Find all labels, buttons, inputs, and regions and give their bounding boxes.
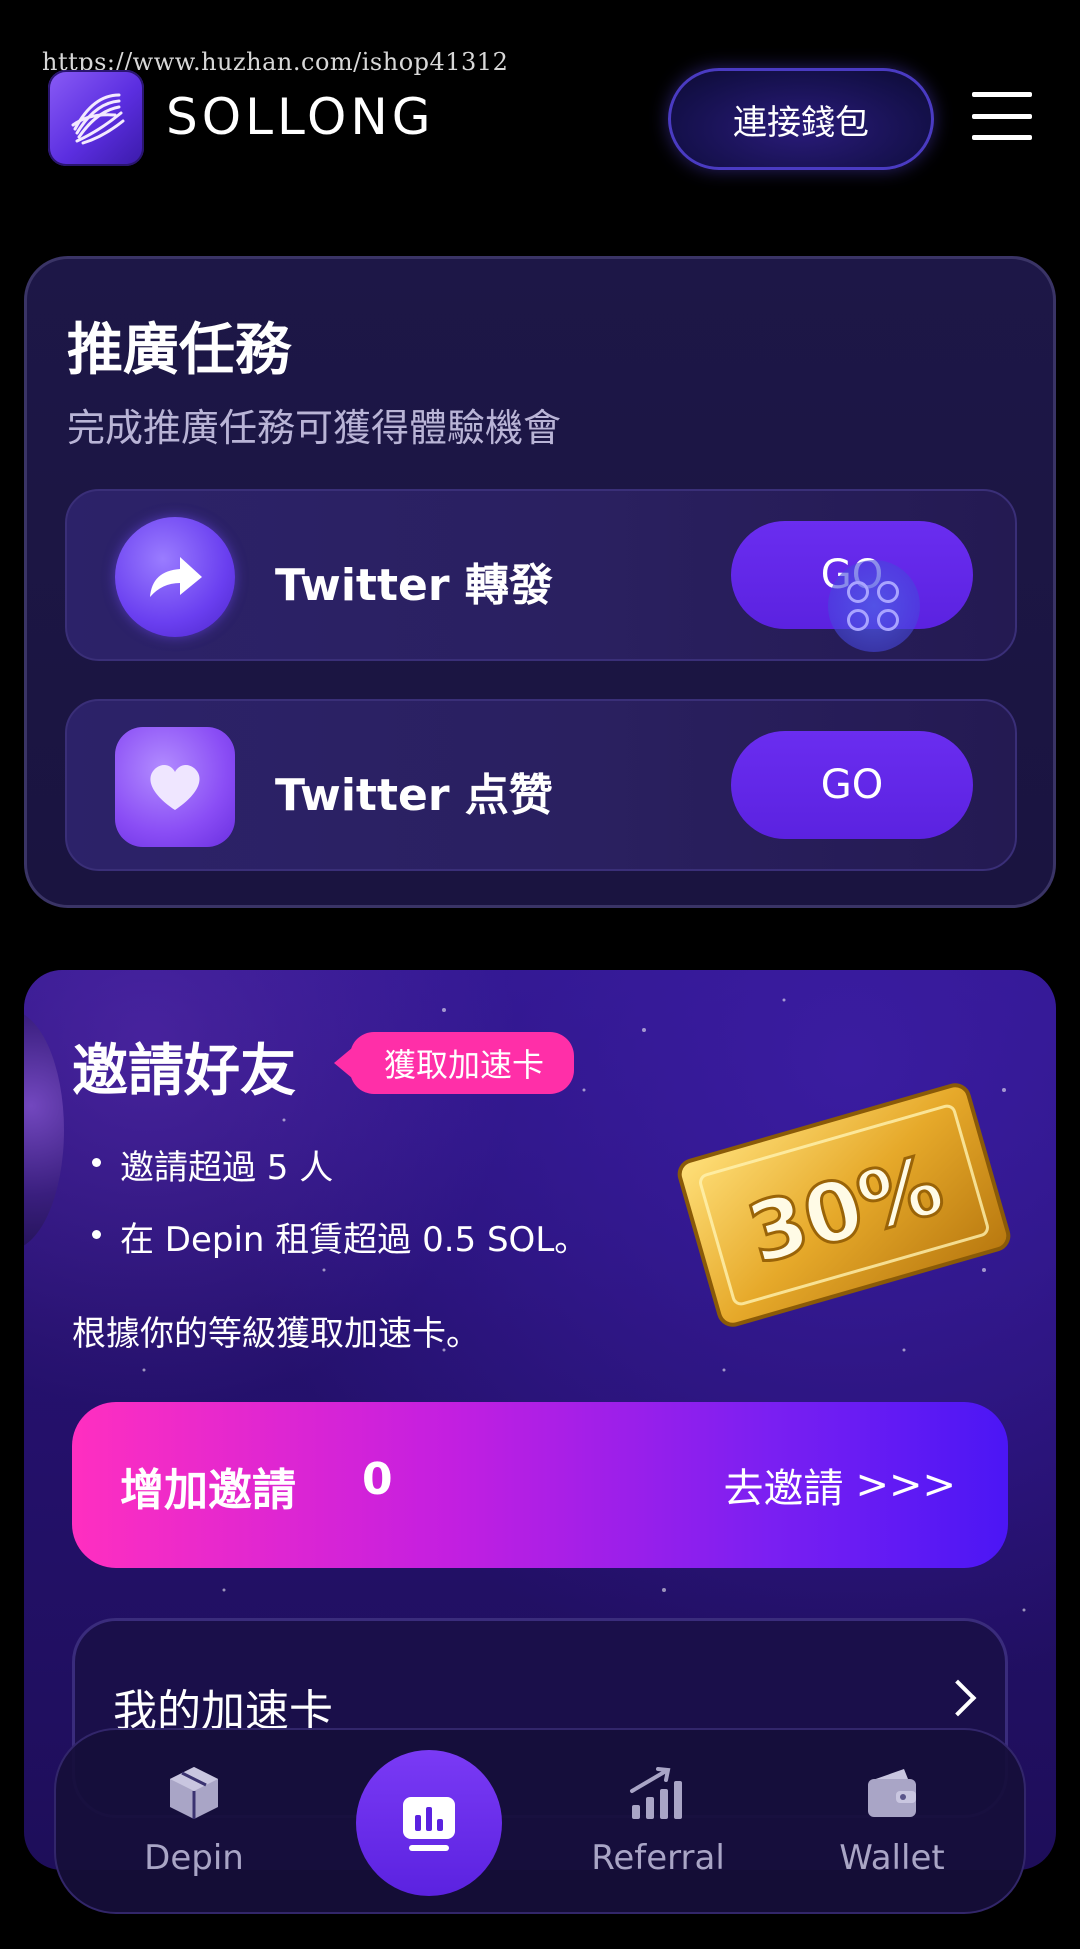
- nav-item-wallet[interactable]: Wallet: [802, 1758, 982, 1878]
- go-invite-label: 去邀請: [723, 1466, 844, 1512]
- nav-label: Referral: [591, 1838, 725, 1878]
- add-invite-label: 增加邀請: [120, 1465, 296, 1516]
- add-invite-bar[interactable]: 增加邀請 0 去邀請 >>>: [72, 1402, 1008, 1568]
- invite-requirement-1: 邀請超過 5 人: [91, 1140, 333, 1189]
- go-invite-link[interactable]: 去邀請 >>>: [723, 1456, 956, 1514]
- task-label: Twitter 点赞: [275, 770, 553, 821]
- bottom-navigation: Depin Referral Wallet: [54, 1728, 1026, 1914]
- coupon-30-percent-icon: 30%: [677, 1083, 1011, 1327]
- nav-label: Wallet: [839, 1838, 945, 1878]
- hamburger-menu-icon[interactable]: [972, 92, 1032, 140]
- chart-monitor-icon[interactable]: [356, 1750, 502, 1896]
- promotion-subtitle: 完成推廣任務可獲得體驗機會: [67, 406, 562, 450]
- triple-chevron-icon: >>>: [855, 1462, 956, 1508]
- app-screen: https://www.huzhan.com/ishop41312 SOLLON…: [0, 0, 1080, 1949]
- share-arrow-icon: [115, 517, 235, 637]
- accelerator-card-tag: 獲取加速卡: [333, 1032, 575, 1094]
- promotion-title: 推廣任務: [67, 318, 291, 383]
- invite-title: 邀請好友: [72, 1039, 296, 1104]
- task-row-twitter-like: Twitter 点赞 GO: [65, 699, 1017, 871]
- heart-bubble-icon: [115, 727, 235, 847]
- invite-count: 0: [362, 1454, 393, 1505]
- floating-apps-icon[interactable]: [828, 560, 920, 652]
- chevron-right-icon: [939, 1679, 977, 1717]
- sollong-swirl-icon[interactable]: [48, 70, 144, 166]
- invite-note: 根據你的等級獲取加速卡。: [72, 1314, 480, 1354]
- task-label: Twitter 轉發: [275, 560, 553, 611]
- brand-name: SOLLONG: [166, 88, 435, 146]
- signal-bars-icon: [568, 1758, 748, 1828]
- connect-wallet-button[interactable]: 連接錢包: [668, 68, 934, 170]
- invite-requirement-2: 在 Depin 租賃超過 0.5 SOL。: [91, 1212, 588, 1261]
- cube-icon: [104, 1758, 284, 1828]
- wallet-icon: [802, 1758, 982, 1828]
- nav-item-depin[interactable]: Depin: [104, 1758, 284, 1878]
- nav-item-referral[interactable]: Referral: [568, 1758, 748, 1878]
- go-button-like[interactable]: GO: [731, 731, 973, 839]
- nav-label: Depin: [144, 1838, 244, 1878]
